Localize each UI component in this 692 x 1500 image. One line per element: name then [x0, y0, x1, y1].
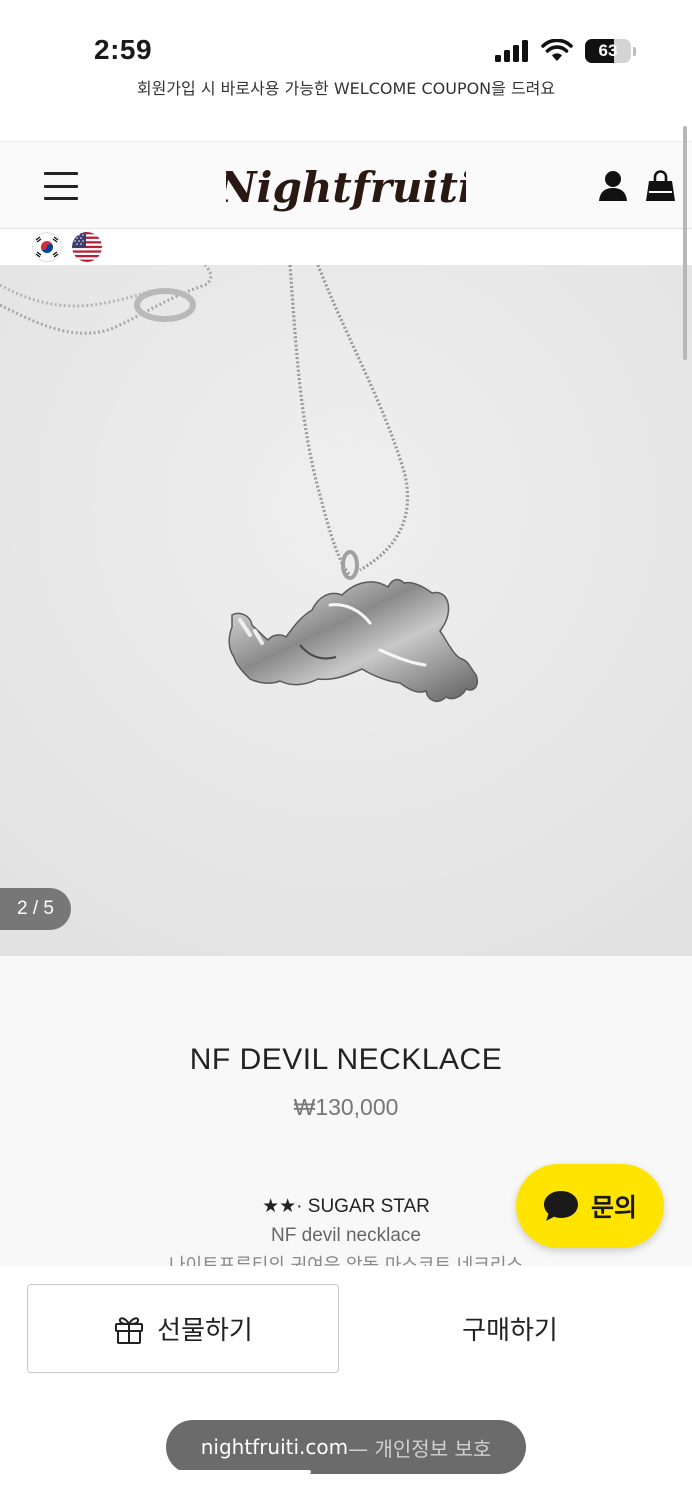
- site-header: Nightfruiti: [0, 141, 692, 229]
- logo-text: Nightfruiti: [226, 163, 466, 212]
- battery-percent: 63: [598, 41, 618, 60]
- us-flag-icon[interactable]: [72, 232, 102, 262]
- inquiry-label: 문의: [590, 1193, 637, 1222]
- language-selector: [0, 229, 692, 265]
- gift-label: 선물하기: [157, 1316, 253, 1346]
- shopping-bag-icon[interactable]: [645, 170, 676, 202]
- necklace-photo: [0, 265, 692, 956]
- product-desc-text: 나이트프루티의 귀여운 악동 마스코트 네크리스: [168, 1255, 524, 1266]
- hamburger-menu-icon[interactable]: [44, 172, 78, 200]
- status-icons: 63: [495, 38, 636, 64]
- url-domain: nightfruiti.com: [200, 1435, 349, 1459]
- cellular-signal-icon: [495, 40, 528, 62]
- logo[interactable]: Nightfruiti: [226, 156, 466, 218]
- wifi-icon: [541, 39, 573, 61]
- chat-bubble-icon: [543, 1191, 578, 1221]
- product-name: NF DEVIL NECKLACE: [189, 1043, 503, 1076]
- battery-cap: [633, 46, 636, 56]
- battery-icon: 63: [585, 39, 631, 63]
- gift-button[interactable]: 선물하기: [27, 1284, 339, 1373]
- browser-url-bar[interactable]: nightfruiti.com — 개인정보 보호: [166, 1420, 526, 1474]
- inquiry-button[interactable]: 문의: [516, 1164, 664, 1248]
- buy-label: 구매하기: [462, 1316, 558, 1346]
- korean-flag-icon[interactable]: [32, 232, 62, 262]
- buy-button[interactable]: 구매하기: [354, 1284, 666, 1373]
- scrollbar[interactable]: [683, 126, 687, 360]
- home-indicator[interactable]: [166, 1470, 311, 1474]
- product-price: ₩130,000: [293, 1094, 399, 1120]
- coupon-banner[interactable]: 회원가입 시 바로사용 가능한 WELCOME COUPON을 드려요: [0, 74, 692, 104]
- url-privacy-label: — 개인정보 보호: [348, 1436, 492, 1461]
- product-image[interactable]: [0, 265, 692, 956]
- status-bar: 2:59 63: [0, 0, 692, 74]
- image-counter: 2 / 5: [0, 888, 71, 930]
- gift-icon: [115, 1316, 144, 1344]
- user-icon[interactable]: [598, 170, 628, 202]
- status-time: 2:59: [94, 34, 153, 65]
